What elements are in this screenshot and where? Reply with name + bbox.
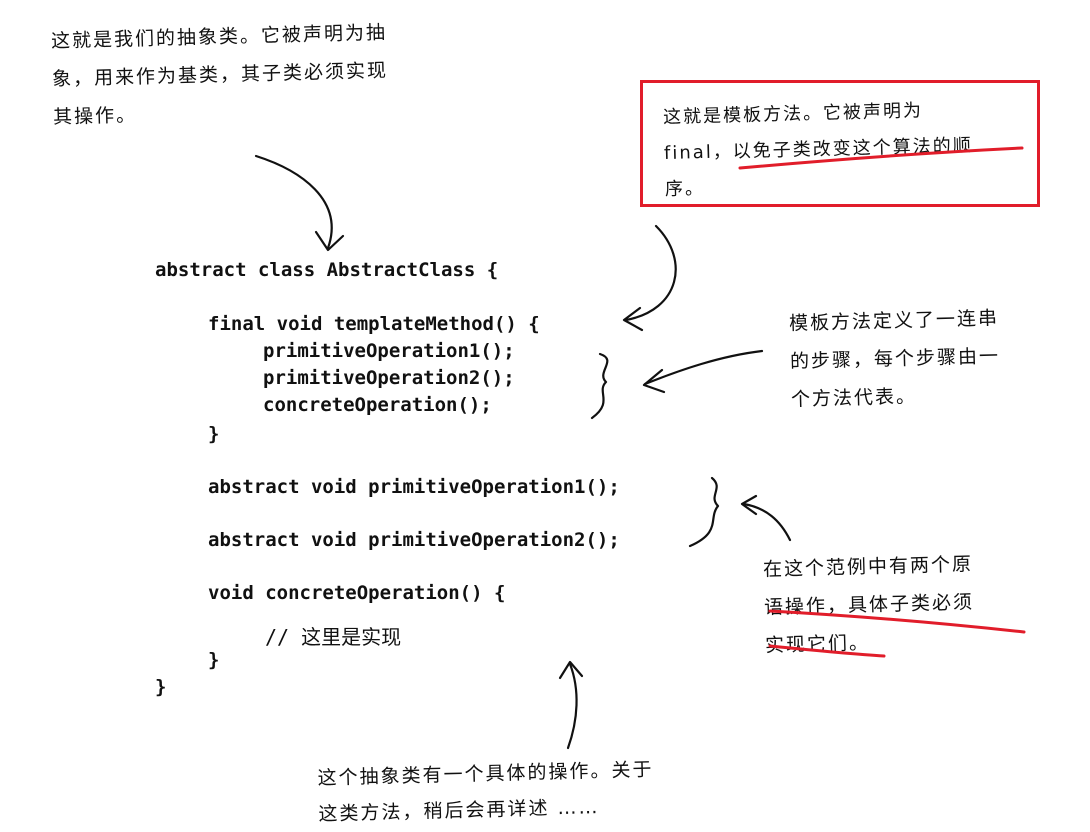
note-abstract-class: 这就是我们的抽象类。它被声明为抽 象，用来作为基类，其子类必须实现 其操作。 (51, 14, 390, 137)
note-line: 其操作。 (52, 104, 138, 129)
code-comment: // 这里是实现 (265, 621, 401, 650)
arrow-to-class (254, 154, 333, 250)
note-line: 在这个范例中有两个原 (762, 553, 974, 581)
code-call-primitive-1: primitiveOperation1(); (263, 340, 515, 362)
code-close-concrete: } (208, 649, 220, 671)
code-close-template-method: } (208, 423, 220, 445)
note-primitive-ops: 在这个范例中有两个原 语操作，具体子类必须 实现它们。 (763, 545, 976, 664)
note-line: 的步骤，每个步骤由一 (789, 345, 1001, 373)
arrowhead-template-method (622, 306, 644, 332)
note-line: 语操作，具体子类必须 (763, 591, 975, 619)
arrowhead-concrete-op (558, 660, 584, 680)
code-class-declaration: abstract class AbstractClass { (155, 259, 499, 281)
code-call-primitive-2: primitiveOperation2(); (263, 367, 515, 389)
code-call-concrete: concreteOperation(); (263, 394, 492, 416)
brace-primitives (688, 476, 720, 548)
comment-text: 这里是实现 (301, 625, 402, 649)
code-abstract-primitive-1: abstract void primitiveOperation1(); (208, 476, 620, 498)
brace-steps (590, 352, 609, 420)
code-concrete-declaration: void concreteOperation() { (208, 582, 506, 604)
note-template-method: 这就是模板方法。它被声明为 final，以免子类改变这个算法的顺 序。 (663, 92, 975, 208)
arrowhead-class (314, 230, 345, 252)
note-line: 这类方法，稍后会再详述 …… (318, 796, 600, 826)
note-line: 实现它们。 (764, 631, 871, 657)
code-template-method-declaration: final void templateMethod() { (208, 313, 540, 335)
arrow-to-template-method (624, 224, 677, 322)
arrowhead-steps (642, 368, 666, 394)
note-concrete-op: 这个抽象类有一个具体的操作。关于 这类方法，稍后会再详述 …… (317, 752, 655, 832)
arrow-to-steps (643, 349, 764, 386)
arrow-to-concrete-op (566, 662, 578, 750)
code-abstract-primitive-2: abstract void primitiveOperation2(); (208, 529, 620, 551)
note-line: 个方法代表。 (790, 385, 918, 411)
arrowhead-primitives (740, 494, 758, 516)
note-steps: 模板方法定义了一连串 的步骤，每个步骤由一 个方法代表。 (789, 299, 1002, 418)
arrow-to-primitives (742, 502, 792, 542)
code-close-class: } (155, 676, 167, 698)
note-line: 模板方法定义了一连串 (788, 307, 1000, 335)
comment-slashes: // (265, 625, 290, 649)
